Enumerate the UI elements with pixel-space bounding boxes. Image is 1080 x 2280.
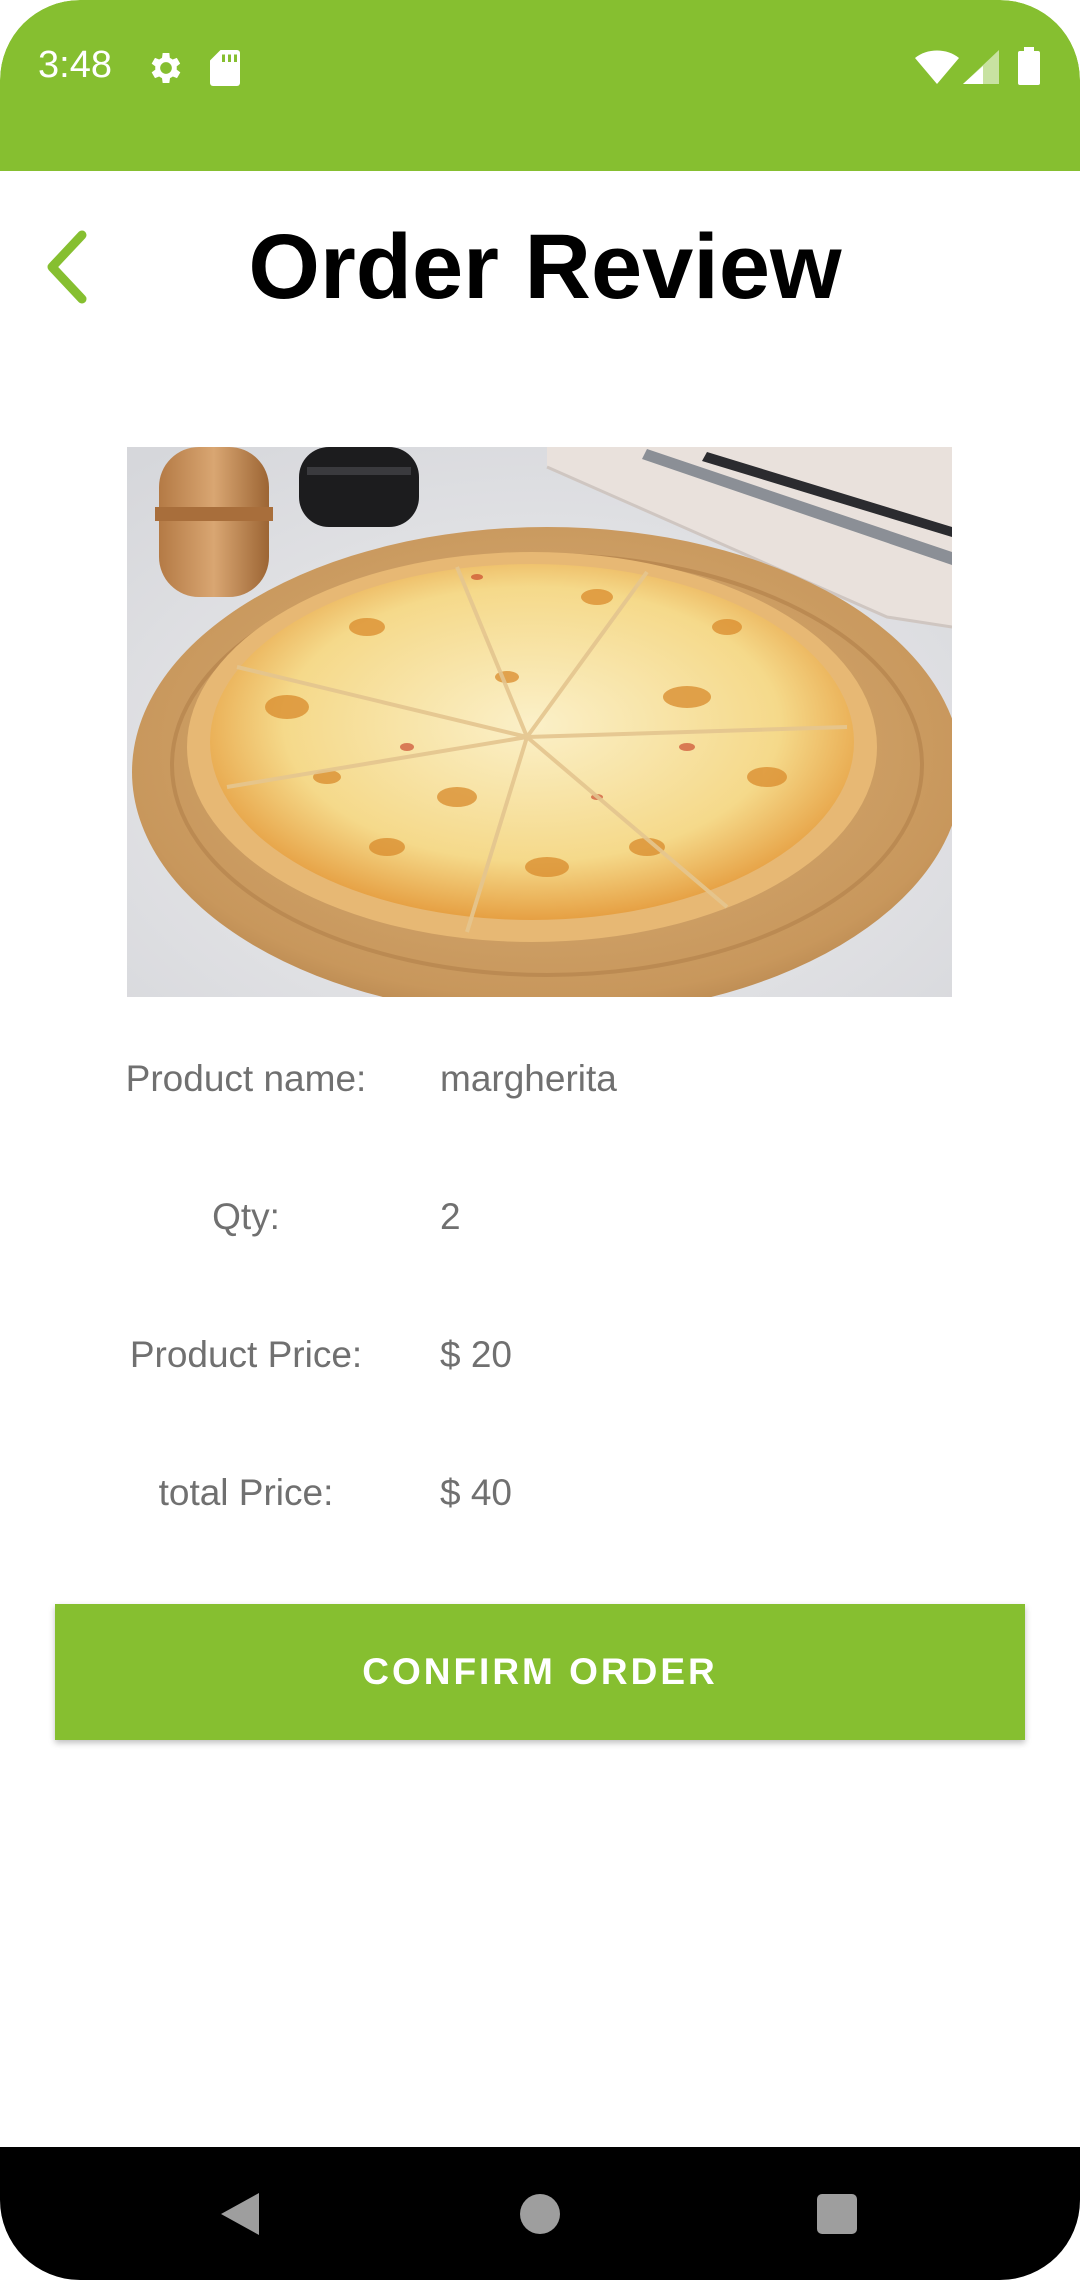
cell-signal-icon <box>963 50 999 84</box>
product-price-label: Product Price: <box>129 1334 363 1375</box>
recents-square-icon[interactable] <box>817 2194 857 2234</box>
wifi-icon <box>915 50 959 84</box>
product-name-value: margherita <box>440 1058 617 1099</box>
product-name-label: Product name: <box>125 1058 367 1099</box>
battery-icon <box>1018 47 1040 85</box>
gear-icon <box>151 53 181 83</box>
back-triangle-icon[interactable] <box>219 2191 261 2237</box>
app-screen: 3:48 Order Review Product name: margheri… <box>0 0 1080 2280</box>
status-bar: 3:48 <box>0 0 1080 171</box>
product-image <box>127 447 952 997</box>
total-price-label: total Price: <box>158 1472 334 1513</box>
home-circle-icon[interactable] <box>520 2194 560 2234</box>
qty-label: Qty: <box>212 1196 280 1237</box>
page-title: Order Review <box>248 216 842 318</box>
pizza-photo <box>127 447 952 997</box>
qty-value: 2 <box>440 1196 461 1237</box>
total-price-value: $ 40 <box>440 1472 513 1513</box>
sd-card-icon <box>210 50 240 86</box>
confirm-order-button[interactable]: CONFIRM ORDER <box>55 1604 1025 1740</box>
status-time: 3:48 <box>38 44 112 86</box>
product-price-value: $ 20 <box>440 1334 513 1375</box>
